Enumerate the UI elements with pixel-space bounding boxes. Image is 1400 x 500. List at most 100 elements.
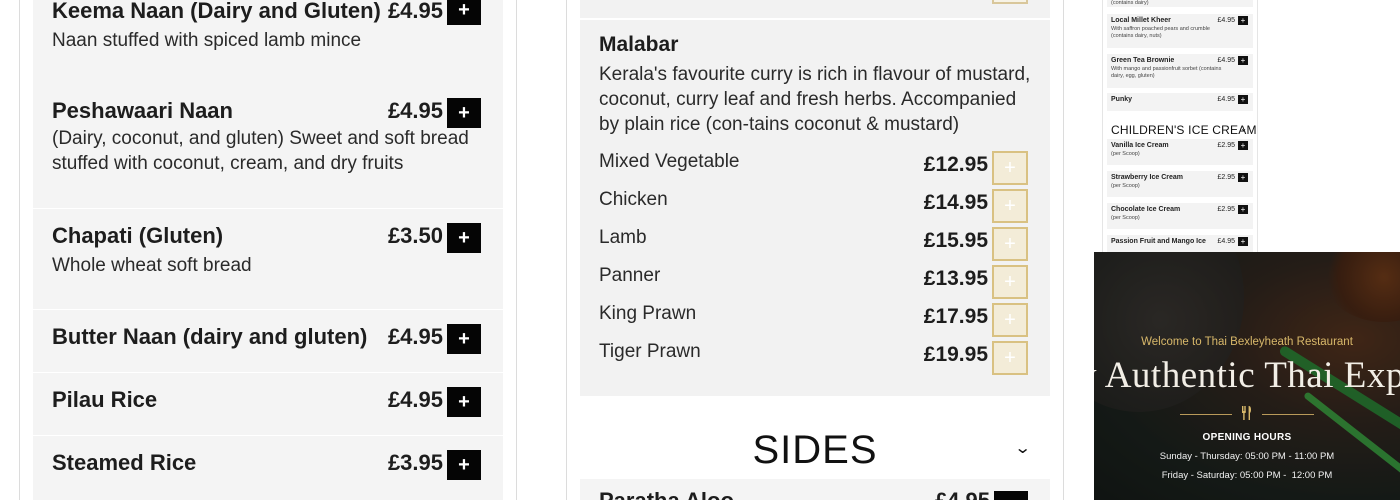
item-description: Naan stuffed with spiced lamb mince [52,30,362,51]
option-name: Lamb [599,227,647,248]
chevron-down-icon[interactable]: ⌄ [1014,438,1031,458]
add-option-button[interactable]: + [992,227,1028,261]
menu-item-steamed-rice: Steamed Rice £3.95 + [33,436,503,500]
add-to-cart-button[interactable]: + [1238,205,1248,214]
add-to-cart-button[interactable]: + [1238,173,1248,182]
menu-item-sides-first: Paratha Aloo £4.95 [580,479,1050,500]
menu-item-keema-naan: Keema Naan (Dairy and Gluten) £4.95 + Na… [33,0,503,84]
utensils-icon [1239,405,1255,421]
item-price: £2.95 [1217,174,1235,181]
menu-item-vanilla-ice-cream: Vanilla Ice Cream £2.95 + (per Scoop) [1107,139,1253,165]
item-name: Peshawaari Naan [52,98,233,123]
option-price: £15.95 [923,229,988,252]
add-to-cart-button[interactable]: + [447,223,481,253]
item-price: £2.95 [1217,142,1235,149]
item-price: £4.95 [935,488,990,500]
opening-hours-title: OPENING HOURS [1202,432,1292,443]
menu-item-pilau-rice: Pilau Rice £4.95 + [33,373,503,435]
add-to-cart-button[interactable]: + [447,98,481,128]
item-name: Paratha Aloo [599,488,734,500]
add-to-cart-button[interactable]: + [447,324,481,354]
dessert-menu-thumbnail: (contains dairy) Local Millet Kheer £4.9… [1102,0,1258,252]
menu-item-passion-fruit-ice: Passion Fruit and Mango Ice £4.95 + [1107,235,1253,252]
chevron-down-icon[interactable]: ⌄ [1240,124,1247,133]
item-description: Whole wheat soft bread [52,255,252,276]
item-name: Passion Fruit and Mango Ice [1111,238,1206,245]
item-name: Butter Naan (dairy and gluten) [52,324,368,349]
hero-tagline: y Authentic Thai Exper [1094,355,1400,396]
item-name: Chocolate Ice Cream [1111,206,1181,213]
option-name: King Prawn [599,303,697,324]
bread-rice-menu-panel: Keema Naan (Dairy and Gluten) £4.95 + Na… [19,0,517,500]
option-price: £19.95 [923,343,988,366]
option-name: Tiger Prawn [599,341,701,362]
option-name: Mixed Vegetable [599,151,740,172]
menu-item-butter-naan: Butter Naan (dairy and gluten) £4.95 + [33,310,503,372]
item-name: Green Tea Brownie [1111,57,1175,64]
item-price: £4.95 [387,387,443,412]
item-name: Malabar [599,33,679,56]
item-name: Local Millet Kheer [1111,17,1171,24]
divider [1180,414,1232,415]
item-price: £2.95 [1217,206,1235,213]
item-price: £3.95 [387,450,443,475]
add-option-button[interactable]: + [992,265,1028,299]
option-name: Chicken [599,189,668,210]
item-name: Steamed Rice [52,450,197,475]
section-title-sides[interactable]: SIDES [567,428,1063,473]
divider [1262,414,1314,415]
add-to-cart-button[interactable]: + [447,387,481,417]
option-price: £14.95 [923,191,988,214]
opening-hours-line: Friday - Saturday: 05:00 PM - 12:00 PM [1161,470,1333,481]
restaurant-hero-banner: Welcome to Thai Bexleyheath Restaurant y… [1094,252,1400,500]
menu-item-millet-kheer: Local Millet Kheer £4.95 + With saffron … [1107,14,1253,48]
item-name: Vanilla Ice Cream [1111,142,1169,149]
curry-menu-panel: Malabar Kerala's favourite curry is rich… [566,0,1064,500]
add-option-button[interactable]: + [992,189,1028,223]
item-price: £4.95 [387,0,443,23]
add-option-button[interactable]: + [992,151,1028,185]
option-price: £13.95 [923,267,988,290]
add-to-cart-button[interactable]: + [1238,56,1248,65]
add-to-cart-button[interactable]: + [1238,95,1248,104]
add-to-cart-button[interactable]: + [1238,141,1248,150]
menu-item-chapati: Chapati (Gluten) £3.50 + Whole wheat sof… [33,209,503,309]
menu-item-malabar: Malabar Kerala's favourite curry is rich… [580,20,1050,396]
item-price: £4.95 [1217,17,1235,24]
item-description: (per Scoop) [1111,215,1140,221]
item-price: £4.95 [387,98,443,123]
option-price: £12.95 [923,153,988,176]
previous-item-card [580,0,1050,18]
add-to-cart-button[interactable]: + [447,0,481,25]
list-item: (contains dairy) [1107,0,1253,7]
item-description: With mango and passionfruit sorbet (cont… [1111,66,1222,79]
menu-item-peshawaari-naan: Peshawaari Naan £4.95 + (Dairy, coconut,… [33,84,503,208]
item-price: £4.95 [1217,57,1235,64]
item-price: £4.95 [387,324,443,349]
add-to-cart-button[interactable]: + [1238,16,1248,25]
item-description: (per Scoop) [1111,151,1140,157]
option-name: Panner [599,265,661,286]
item-description: (Dairy, coconut, and gluten) Sweet and s… [52,128,469,174]
item-name: Pilau Rice [52,387,158,412]
add-to-cart-button[interactable]: + [447,450,481,480]
item-price: £4.95 [1217,96,1235,103]
item-description: (per Scoop) [1111,183,1140,189]
menu-item-green-tea-brownie: Green Tea Brownie £4.95 + With mango and… [1107,54,1253,88]
item-price: £3.50 [387,223,443,248]
add-to-cart-button[interactable]: + [1238,237,1248,246]
section-title-childrens-ice-cream[interactable]: CHILDREN'S ICE CREAM [1111,123,1257,137]
add-option-button[interactable]: + [992,303,1028,337]
opening-hours-line: Sunday - Thursday: 05:00 PM - 11:00 PM [1159,451,1335,462]
menu-item-strawberry-ice-cream: Strawberry Ice Cream £2.95 + (per Scoop) [1107,171,1253,197]
add-option-button[interactable]: + [992,341,1028,375]
add-to-cart-button[interactable] [994,491,1028,500]
item-description: With saffron poached pears and crumble (… [1111,26,1210,39]
item-name: Strawberry Ice Cream [1111,174,1183,181]
item-name: Keema Naan (Dairy and Gluten) [52,0,381,23]
item-name: Punky [1111,96,1133,103]
add-option-button[interactable] [992,0,1028,4]
item-price: £4.95 [1217,238,1235,245]
hero-welcome-text: Welcome to Thai Bexleyheath Restaurant [1141,336,1353,348]
item-description: (contains dairy) [1111,0,1149,6]
